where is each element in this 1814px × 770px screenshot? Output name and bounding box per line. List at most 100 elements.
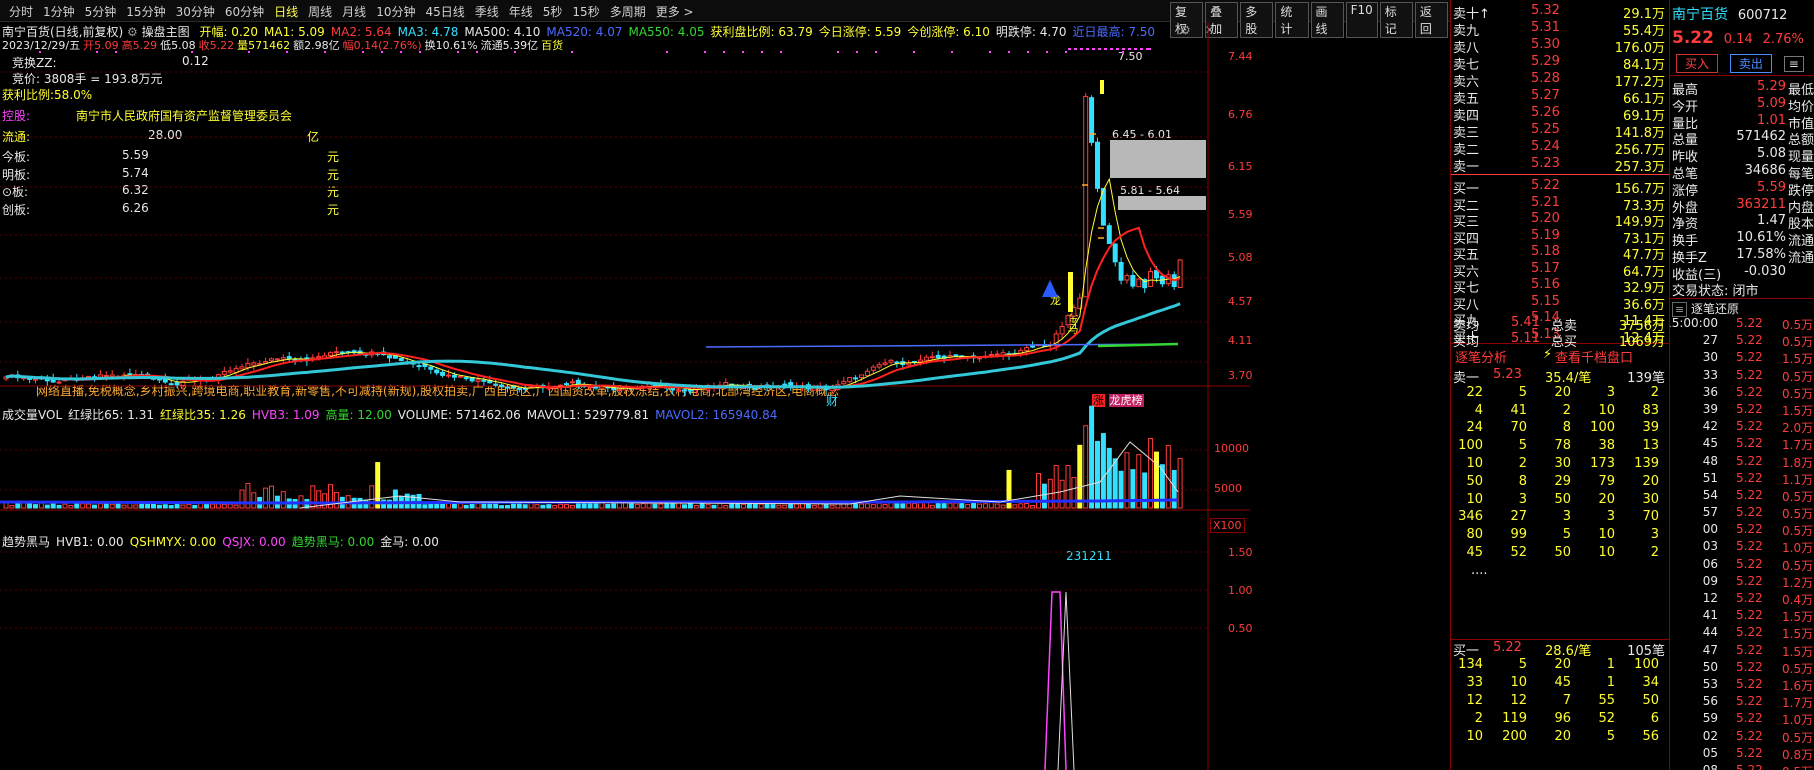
stock-pct: 2.76% bbox=[1762, 32, 1804, 47]
period-tab[interactable]: 30分钟 bbox=[171, 3, 220, 20]
signal-dot bbox=[400, 51, 402, 53]
volume-bar bbox=[156, 504, 162, 509]
analysis-tab[interactable]: 查看千档盘口 bbox=[1555, 347, 1633, 366]
volume-bar bbox=[965, 504, 971, 509]
info-value: 17.58% bbox=[1736, 246, 1786, 262]
volume-bar bbox=[593, 503, 599, 509]
volume-bar bbox=[162, 504, 168, 509]
buy-button[interactable]: 买入 bbox=[1676, 54, 1719, 73]
volume-bar bbox=[794, 503, 800, 509]
tick-volume: 1.0万 bbox=[1782, 713, 1814, 728]
analysis-cell: 22 bbox=[1466, 384, 1483, 400]
ask-level[interactable]: 卖二 5.24 256.7万 bbox=[1451, 138, 1669, 158]
period-tab[interactable]: 周线 bbox=[303, 3, 337, 20]
tick-title[interactable]: 逐笔还原 bbox=[1691, 302, 1739, 316]
candle-body bbox=[906, 362, 912, 366]
period-tab[interactable]: 10分钟 bbox=[371, 3, 420, 20]
tick-volume: 1.7万 bbox=[1782, 696, 1814, 711]
volume-bar bbox=[1077, 444, 1083, 509]
sell-button[interactable]: 卖出 bbox=[1729, 54, 1772, 73]
candle-body bbox=[428, 366, 434, 370]
ask-level[interactable]: 卖十↑ 5.32 29.1万 bbox=[1451, 2, 1669, 22]
ask-level[interactable]: 卖三 5.25 141.8万 bbox=[1451, 121, 1669, 141]
tick-volume: 1.6万 bbox=[1782, 678, 1814, 693]
tick-row: 06 5.22 0.5万 bbox=[1670, 557, 1814, 574]
volume-bar bbox=[74, 502, 80, 509]
candle-body bbox=[575, 379, 581, 385]
candle-body bbox=[935, 354, 941, 359]
info-value: 1.47 bbox=[1757, 213, 1786, 229]
period-tab[interactable]: 5分钟 bbox=[80, 3, 122, 20]
period-tab[interactable]: 45日线 bbox=[420, 3, 469, 20]
analysis-cell: 34 bbox=[1642, 675, 1659, 691]
tick-list[interactable]: 15:00:00 5.22 0.5万 27 5.22 0.5万 30 5.22 1.5万 33 5.… bbox=[1670, 316, 1814, 770]
candle-body bbox=[1112, 243, 1118, 263]
period-tab[interactable]: 日线 bbox=[269, 3, 303, 20]
ask-level[interactable]: 卖六 5.28 177.2万 bbox=[1451, 70, 1669, 90]
volume-bar bbox=[56, 504, 62, 509]
period-tab[interactable]: 5秒 bbox=[538, 3, 568, 20]
info-value: 571462 bbox=[1736, 129, 1786, 145]
volume-bar bbox=[310, 485, 316, 509]
tick-volume: 1.8万 bbox=[1782, 455, 1814, 470]
candle-body bbox=[1136, 278, 1142, 288]
ask-level[interactable]: 卖八 5.30 176.0万 bbox=[1451, 36, 1669, 56]
trade-buttons: 买入 卖出 ≡ bbox=[1670, 48, 1814, 77]
period-tab[interactable]: 月线 bbox=[337, 3, 371, 20]
side-avg: 35.4/笔 bbox=[1545, 371, 1592, 386]
volume-bar bbox=[617, 502, 623, 509]
candle-body bbox=[853, 377, 859, 380]
tick-time: 57 bbox=[1702, 505, 1718, 520]
info-row: 收益(三) -0.030 bbox=[1670, 263, 1814, 283]
analysis-tab[interactable]: 逐笔分析 bbox=[1455, 347, 1507, 366]
quote-price: 5.15 bbox=[1531, 293, 1560, 309]
candle-body bbox=[56, 381, 62, 384]
period-tab[interactable]: 1分钟 bbox=[38, 3, 80, 20]
tick-time: 47 bbox=[1702, 642, 1718, 657]
volume-bar bbox=[322, 493, 328, 509]
tick-price: 5.22 bbox=[1736, 436, 1763, 451]
tick-time: 56 bbox=[1702, 694, 1718, 709]
period-tab[interactable]: 多周期 bbox=[605, 3, 651, 20]
period-tab[interactable]: 分时 bbox=[4, 3, 38, 20]
analysis-cell: 10 bbox=[1598, 527, 1615, 543]
period-tab[interactable]: 年线 bbox=[504, 3, 538, 20]
candle-body bbox=[97, 374, 103, 378]
period-tab[interactable]: 60分钟 bbox=[220, 3, 269, 20]
period-tabs: 分时 1分钟 5分钟 15分钟 30分钟 60分钟 日线 周线 月线 10分钟 45日线 季线 年线 5秒… bbox=[4, 3, 699, 20]
volume-bar bbox=[699, 502, 705, 509]
stock-name: 南宁百货 bbox=[1672, 7, 1728, 23]
info-row: 换手 10.61% 流通 bbox=[1670, 230, 1814, 249]
period-tab[interactable]: 15秒 bbox=[567, 3, 604, 20]
volume-bar bbox=[375, 462, 381, 509]
period-tab[interactable]: 15分钟 bbox=[121, 3, 170, 20]
ask-level[interactable]: 卖九 5.31 55.4万 bbox=[1451, 19, 1669, 39]
period-tab[interactable]: 季线 bbox=[470, 3, 504, 20]
volume-bar bbox=[741, 504, 746, 509]
ask-level[interactable]: 卖一 5.23 257.3万 bbox=[1451, 155, 1669, 175]
period-tab[interactable]: 更多 > bbox=[651, 3, 699, 20]
tick-toggle-icon[interactable]: ≡ bbox=[1672, 302, 1688, 317]
analysis-cell: 52 bbox=[1510, 544, 1527, 560]
volume-bar bbox=[534, 504, 540, 509]
analysis-cell: 12 bbox=[1466, 692, 1483, 708]
info-rows: 最高 5.29 最低 今开 5.09 均价 量比 1.01 市值 总量 571462 总额 昨收 5.08… bbox=[1670, 79, 1814, 283]
trend-spike bbox=[1044, 591, 1067, 770]
kline-chart[interactable] bbox=[0, 22, 1250, 770]
candle-body bbox=[280, 357, 286, 360]
info-value: 5.59 bbox=[1757, 179, 1786, 195]
candle-body bbox=[882, 362, 888, 365]
volume-bars bbox=[3, 405, 1183, 509]
ask-level[interactable]: 卖七 5.29 84.1万 bbox=[1451, 53, 1669, 73]
signal-dot bbox=[96, 51, 98, 53]
info-value: -0.030 bbox=[1744, 263, 1786, 279]
volume-bar bbox=[546, 504, 552, 509]
analysis-row: 33 10 45 1 34 bbox=[1451, 675, 1669, 693]
info-value: 363211 bbox=[1736, 196, 1786, 212]
avg-value: 5.41 bbox=[1511, 315, 1540, 330]
signal-dot bbox=[1027, 51, 1029, 53]
ask-level[interactable]: 卖五 5.27 66.1万 bbox=[1451, 87, 1669, 107]
ask-level[interactable]: 卖四 5.26 69.1万 bbox=[1451, 104, 1669, 124]
menu-button[interactable]: ≡ bbox=[1783, 56, 1804, 72]
stock-price: 5.22 bbox=[1672, 28, 1714, 48]
